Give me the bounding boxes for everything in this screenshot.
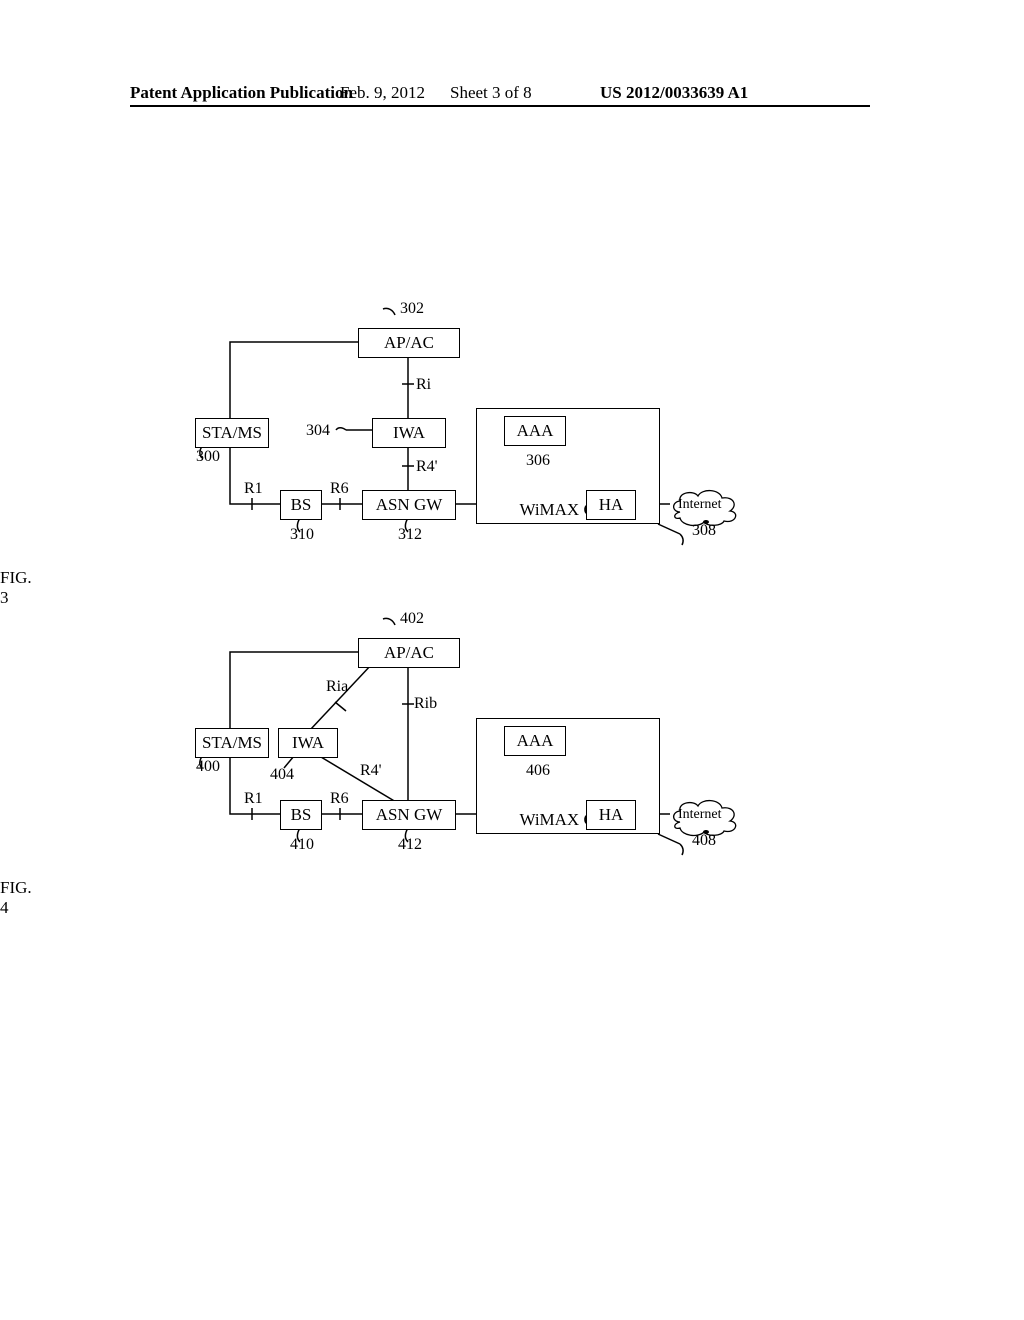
ref-412: 412 xyxy=(398,836,422,854)
box-aaa-4: AAA xyxy=(504,726,566,756)
label-bs-4: BS xyxy=(291,805,312,825)
link-r1-4: R1 xyxy=(244,790,263,808)
label-aaa: AAA xyxy=(517,421,554,441)
box-ap-ac-4: AP/AC xyxy=(358,638,460,668)
label-iwa-4: IWA xyxy=(292,733,324,753)
ref-410: 410 xyxy=(290,836,314,854)
box-sta-ms-4: STA/MS xyxy=(195,728,269,758)
page: Patent Application Publication Feb. 9, 2… xyxy=(0,0,1024,1320)
label-asn-gw-4: ASN GW xyxy=(376,805,443,825)
link-rib: Rib xyxy=(414,695,437,713)
box-bs-4: BS xyxy=(280,800,322,830)
box-iwa-4: IWA xyxy=(278,728,338,758)
ref-404: 404 xyxy=(270,766,294,784)
label-aaa-4: AAA xyxy=(517,731,554,751)
box-ha-4: HA xyxy=(586,800,636,830)
ref-400: 400 xyxy=(196,758,220,776)
link-r6-4: R6 xyxy=(330,790,349,808)
box-ha: HA xyxy=(586,490,636,520)
box-asn-gw-4: ASN GW xyxy=(362,800,456,830)
link-r4p-4: R4' xyxy=(360,762,382,780)
box-aaa: AAA xyxy=(504,416,566,446)
label-ha-4: HA xyxy=(599,805,624,825)
label-internet-4: Internet xyxy=(678,807,722,823)
ref-402: 402 xyxy=(400,610,424,628)
ref-406: 406 xyxy=(526,762,550,780)
fig4-connectors xyxy=(0,0,1024,1320)
ref-408: 408 xyxy=(692,832,716,850)
label-ap-ac-4: AP/AC xyxy=(384,643,434,663)
label-sta-ms-4: STA/MS xyxy=(202,733,262,753)
label-ha: HA xyxy=(599,495,624,515)
link-ria: Ria xyxy=(326,678,348,696)
